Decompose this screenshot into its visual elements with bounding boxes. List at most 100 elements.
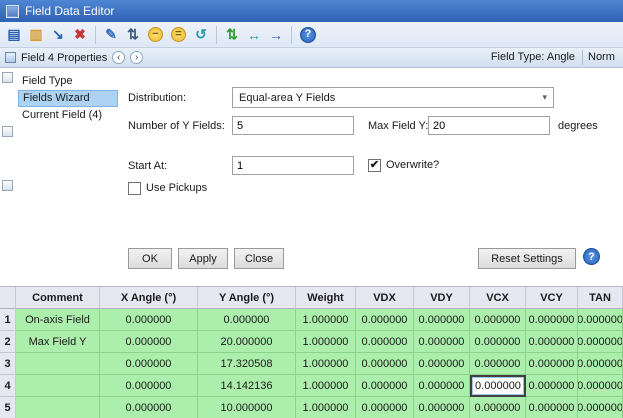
help-icon[interactable]: ? [583, 248, 600, 265]
insert-row-icon[interactable]: ↘ [48, 25, 68, 45]
window-title: Field Data Editor [25, 4, 114, 18]
row-number[interactable]: 2 [0, 331, 16, 353]
table-cell[interactable] [16, 397, 100, 418]
table-cell[interactable]: 0.000000 [100, 309, 198, 331]
column-header: Weight [296, 287, 356, 309]
sidebar-item-fields-wizard[interactable]: Fields Wizard [18, 90, 118, 107]
row-number[interactable]: 5 [0, 397, 16, 418]
help-icon[interactable]: ? [300, 27, 316, 43]
table-cell[interactable]: 0.000000 [414, 353, 470, 375]
row-number[interactable]: 3 [0, 353, 16, 375]
properties-panel-icon[interactable] [5, 52, 16, 63]
next-field-button[interactable]: › [130, 51, 143, 64]
max-field-input[interactable] [428, 116, 550, 135]
distribution-value: Equal-area Y Fields [239, 92, 335, 104]
num-fields-label: Number of Y Fields: [128, 116, 225, 136]
table-cell[interactable]: 0.000000 [356, 331, 414, 353]
table-cell[interactable]: 0.000000 [100, 397, 198, 418]
save-icon[interactable]: ▤ [4, 25, 24, 45]
table-cell[interactable]: 10.000000 [198, 397, 296, 418]
undo-icon[interactable]: ↺ [191, 25, 211, 45]
table-cell[interactable]: 1.000000 [296, 375, 356, 397]
max-field-label: Max Field Y: [368, 116, 428, 136]
table-cell[interactable] [16, 353, 100, 375]
workbook-icon[interactable]: ▥ [26, 25, 46, 45]
close-button[interactable]: Close [234, 248, 284, 269]
selected-cell[interactable]: 0.000000 [470, 375, 526, 397]
reset-settings-button[interactable]: Reset Settings [478, 248, 576, 269]
sort-icon[interactable]: ⇅ [123, 25, 143, 45]
overwrite-checkbox[interactable]: ✔ Overwrite? [368, 157, 439, 173]
apply-button[interactable]: Apply [178, 248, 228, 269]
table-cell[interactable]: 0.000000 [578, 397, 623, 418]
table-cell[interactable]: 20.000000 [198, 331, 296, 353]
column-header: X Angle (°) [100, 287, 198, 309]
use-pickups-checkbox[interactable]: Use Pickups [128, 180, 207, 196]
table-cell[interactable]: 0.000000 [526, 397, 578, 418]
properties-content: Field TypeFields WizardCurrent Field (4)… [0, 68, 623, 286]
degrees-label: degrees [558, 116, 598, 136]
tools-icon[interactable]: ✎ [101, 25, 121, 45]
table-cell[interactable]: 0.000000 [470, 309, 526, 331]
ok-button[interactable]: OK [128, 248, 172, 269]
table-cell[interactable]: 14.142136 [198, 375, 296, 397]
properties-bar-divider [582, 50, 583, 65]
table-cell[interactable] [16, 375, 100, 397]
delete-row-icon[interactable]: ✖ [70, 25, 90, 45]
table-cell[interactable]: 0.000000 [526, 331, 578, 353]
table-cell[interactable]: 0.000000 [470, 397, 526, 418]
start-at-input[interactable] [232, 156, 354, 175]
table-cell[interactable]: 0.000000 [356, 397, 414, 418]
column-header: Y Angle (°) [198, 287, 296, 309]
sidebar-item-field-type[interactable]: Field Type [18, 73, 118, 90]
normalization-readout: Norm [588, 51, 622, 63]
table-cell[interactable]: 1.000000 [296, 309, 356, 331]
properties-bar: Field 4 Properties ‹ › Field Type: Angle… [0, 48, 623, 68]
column-header: VCY [526, 287, 578, 309]
table-cell[interactable]: 1.000000 [296, 353, 356, 375]
num-fields-input[interactable] [232, 116, 354, 135]
table-cell[interactable]: 0.000000 [100, 353, 198, 375]
table-cell[interactable]: 0.000000 [414, 375, 470, 397]
field-type-readout: Field Type: Angle [491, 51, 575, 63]
toolbar-separator [216, 26, 217, 44]
column-header: Comment [16, 287, 100, 309]
table-cell[interactable]: 0.000000 [470, 331, 526, 353]
minus-circle-icon[interactable]: − [148, 27, 163, 42]
table-cell[interactable]: 0.000000 [578, 309, 623, 331]
table-cell[interactable]: 0.000000 [414, 309, 470, 331]
column-header: VDY [414, 287, 470, 309]
table-cell[interactable]: 0.000000 [100, 331, 198, 353]
prev-field-button[interactable]: ‹ [112, 51, 125, 64]
start-at-label: Start At: [128, 156, 167, 176]
table-cell[interactable]: 1.000000 [296, 331, 356, 353]
table-cell[interactable]: 0.000000 [470, 353, 526, 375]
table-cell[interactable]: On-axis Field [16, 309, 100, 331]
table-cell[interactable]: 0.000000 [526, 353, 578, 375]
table-cell[interactable]: 0.000000 [356, 353, 414, 375]
sidebar-item-current-field-4[interactable]: Current Field (4) [18, 107, 118, 124]
table-cell[interactable]: 0.000000 [526, 309, 578, 331]
table-cell[interactable]: 1.000000 [296, 397, 356, 418]
distribution-select[interactable]: Equal-area Y Fields ▾ [232, 87, 554, 108]
table-cell[interactable]: 0.000000 [578, 353, 623, 375]
table-cell[interactable]: Max Field Y [16, 331, 100, 353]
update-icon[interactable]: ⇅ [222, 25, 242, 45]
table-cell[interactable]: 0.000000 [578, 375, 623, 397]
table-cell[interactable]: 0.000000 [526, 375, 578, 397]
table-cell[interactable]: 0.000000 [100, 375, 198, 397]
row-number[interactable]: 1 [0, 309, 16, 331]
table-cell[interactable]: 0.000000 [414, 397, 470, 418]
titlebar[interactable]: Field Data Editor [0, 0, 623, 22]
row-number[interactable]: 4 [0, 375, 16, 397]
swap-icon[interactable]: ↔ [244, 25, 264, 45]
app-icon [6, 5, 19, 18]
table-cell[interactable]: 0.000000 [414, 331, 470, 353]
table-cell[interactable]: 0.000000 [578, 331, 623, 353]
table-cell[interactable]: 0.000000 [356, 309, 414, 331]
table-cell[interactable]: 17.320508 [198, 353, 296, 375]
equals-circle-icon[interactable]: = [171, 27, 186, 42]
forward-icon[interactable]: → [266, 25, 286, 45]
table-cell[interactable]: 0.000000 [356, 375, 414, 397]
table-cell[interactable]: 0.000000 [198, 309, 296, 331]
